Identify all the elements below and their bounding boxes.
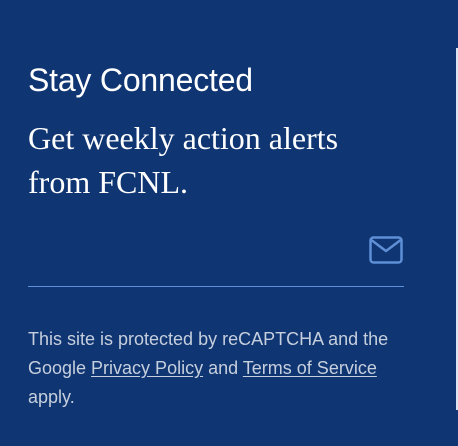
privacy-policy-link[interactable]: Privacy Policy [91,358,203,378]
legal-text-middle: and [203,358,243,378]
legal-text-after: apply. [28,387,75,407]
email-input[interactable] [28,224,354,286]
email-signup-form [28,224,404,287]
stay-connected-panel: Stay Connected Get weekly action alerts … [0,0,458,446]
terms-of-service-link[interactable]: Terms of Service [243,358,377,378]
section-subtitle: Get weekly action alerts from FCNL. [28,120,339,200]
recaptcha-notice: This site is protected by reCAPTCHA and … [28,325,406,412]
section-title: Stay Connected [28,62,253,98]
envelope-icon[interactable] [369,236,403,264]
